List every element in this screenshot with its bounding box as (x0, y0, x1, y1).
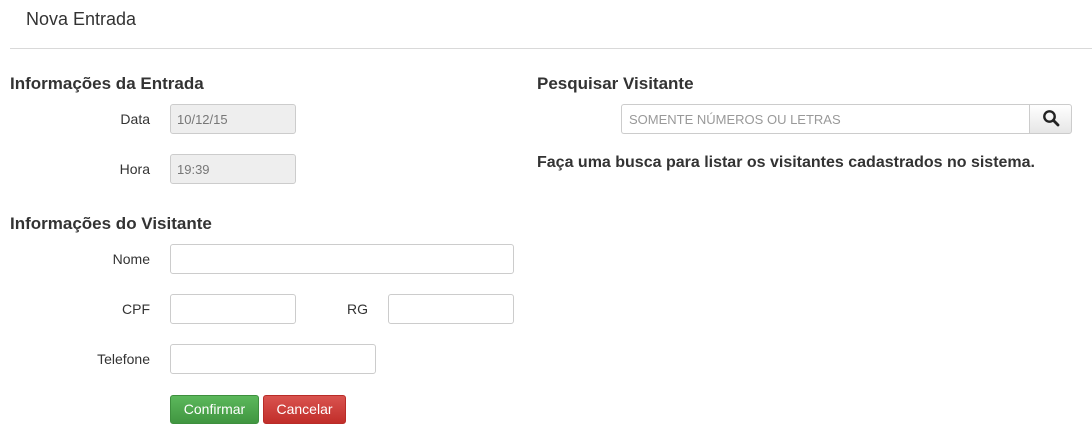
nome-field[interactable] (170, 244, 514, 274)
search-icon (1042, 109, 1060, 130)
visitante-heading: Informações do Visitante (10, 214, 212, 233)
telefone-field[interactable] (170, 344, 376, 374)
rg-field[interactable] (388, 294, 514, 324)
hora-label: Hora (119, 161, 150, 177)
header-divider (10, 48, 1092, 49)
data-field[interactable] (170, 104, 296, 134)
search-helper-text: Faça uma busca para listar os visitantes… (537, 154, 1035, 171)
nome-label: Nome (112, 251, 150, 267)
rg-label: RG (347, 301, 368, 317)
search-heading: Pesquisar Visitante (537, 74, 694, 93)
hora-field[interactable] (170, 154, 296, 184)
page-title: Nova Entrada (26, 9, 137, 29)
cpf-field[interactable] (170, 294, 296, 324)
entrada-heading: Informações da Entrada (10, 74, 204, 93)
data-label: Data (120, 111, 150, 127)
search-button[interactable] (1029, 104, 1072, 134)
cancel-button[interactable]: Cancelar (263, 395, 346, 424)
confirm-button[interactable]: Confirmar (170, 395, 259, 424)
telefone-label: Telefone (97, 351, 150, 367)
cpf-label: CPF (122, 301, 150, 317)
search-input[interactable] (621, 104, 1029, 134)
